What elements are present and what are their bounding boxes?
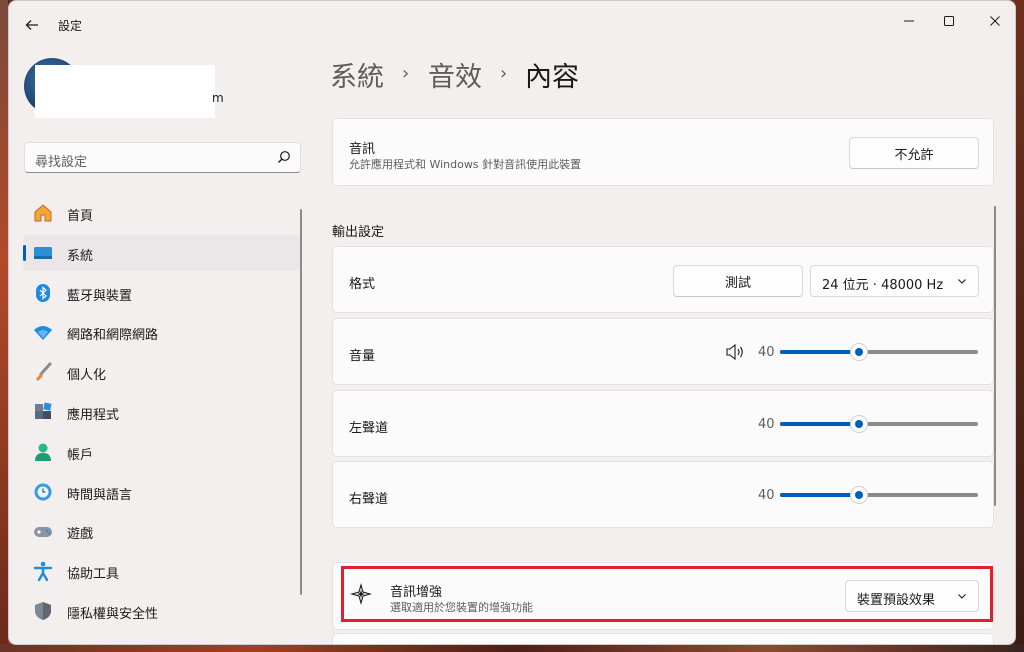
slider-fill xyxy=(780,493,860,497)
audio-title: 音訊 xyxy=(349,142,376,157)
active-indicator xyxy=(23,245,26,261)
bluetooth-icon xyxy=(32,282,54,304)
back-button[interactable] xyxy=(19,12,45,38)
sidebar-item-system[interactable]: 系統 xyxy=(23,235,300,271)
annotation-highlight-box xyxy=(341,566,993,622)
sidebar-item-label: 網路和網際網路 xyxy=(67,328,159,343)
sidebar-item-time-language[interactable]: 時間與語言 xyxy=(23,474,300,510)
speaker-icon[interactable] xyxy=(725,343,745,361)
right-channel-slider[interactable] xyxy=(780,485,978,505)
minimize-icon xyxy=(904,20,914,22)
chevron-down-icon xyxy=(958,279,966,284)
shield-icon xyxy=(32,600,54,622)
test-button-label: 測試 xyxy=(724,275,751,291)
user-info-redacted xyxy=(35,65,215,118)
format-dropdown[interactable]: 24 位元 · 48000 Hz xyxy=(810,265,979,297)
close-button[interactable] xyxy=(973,5,1015,37)
next-row-partial xyxy=(332,633,994,644)
back-arrow-icon xyxy=(25,20,38,30)
sidebar-item-gaming[interactable]: 遊戲 xyxy=(23,513,300,549)
left-channel-label: 左聲道 xyxy=(349,421,389,436)
test-button[interactable]: 測試 xyxy=(673,265,803,297)
format-row: 格式 測試 24 位元 · 48000 Hz xyxy=(332,246,994,313)
sidebar-item-bluetooth[interactable]: 藍牙與裝置 xyxy=(23,275,300,311)
volume-slider[interactable] xyxy=(780,342,978,362)
slider-thumb[interactable] xyxy=(850,415,869,433)
volume-value: 40 xyxy=(758,345,775,360)
search-placeholder: 尋找設定 xyxy=(35,155,88,170)
breadcrumb-separator: › xyxy=(500,63,508,84)
left-channel-value: 40 xyxy=(758,417,775,432)
slider-fill xyxy=(780,422,860,426)
sidebar-item-label: 帳戶 xyxy=(67,448,94,463)
sidebar-item-apps[interactable]: 應用程式 xyxy=(23,394,300,430)
sidebar-item-home[interactable]: 首頁 xyxy=(23,195,300,231)
desktop-background-strip xyxy=(0,0,8,652)
right-channel-row: 右聲道 40 xyxy=(332,461,994,528)
close-icon xyxy=(990,16,1000,26)
minimize-button[interactable] xyxy=(887,5,931,37)
sidebar-item-label: 應用程式 xyxy=(67,408,120,423)
format-value: 24 位元 · 48000 Hz xyxy=(822,278,944,293)
audio-subtitle: 允許應用程式和 Windows 針對音訊使用此裝置 xyxy=(349,158,582,171)
settings-window: 設定 m 尋找設定 首頁 系統 藍牙與裝置 網路和網際網路 個人化 應用程式 帳… xyxy=(8,0,1016,645)
sidebar-item-accessibility[interactable]: 協助工具 xyxy=(23,553,300,589)
sidebar-item-label: 個人化 xyxy=(67,368,107,383)
sidebar-item-label: 時間與語言 xyxy=(67,488,133,503)
apps-icon xyxy=(32,401,54,423)
desktop-background-bottom xyxy=(0,644,1024,652)
maximize-icon xyxy=(944,16,954,26)
sidebar-item-personalization[interactable]: 個人化 xyxy=(23,354,300,390)
sidebar-item-label: 隱私權與安全性 xyxy=(67,607,159,622)
search-icon xyxy=(278,151,290,163)
volume-row: 音量 40 xyxy=(332,318,994,385)
volume-label: 音量 xyxy=(349,349,376,364)
right-channel-value: 40 xyxy=(758,488,775,503)
main-scrollbar[interactable] xyxy=(994,206,996,506)
home-icon xyxy=(32,202,54,224)
breadcrumb-separator: › xyxy=(402,63,410,84)
sidebar-item-label: 首頁 xyxy=(67,209,94,224)
right-channel-label: 右聲道 xyxy=(349,492,389,507)
sidebar-item-label: 協助工具 xyxy=(67,567,120,582)
left-channel-row: 左聲道 40 xyxy=(332,390,994,457)
slider-fill xyxy=(780,350,860,354)
sidebar-item-accounts[interactable]: 帳戶 xyxy=(23,434,300,470)
disallow-button[interactable]: 不允許 xyxy=(849,137,979,169)
sidebar-item-label: 系統 xyxy=(67,249,94,264)
search-input[interactable]: 尋找設定 xyxy=(24,142,301,173)
maximize-button[interactable] xyxy=(927,5,971,37)
wifi-icon xyxy=(32,321,54,343)
sidebar-item-label: 遊戲 xyxy=(67,527,94,542)
sidebar-item-network[interactable]: 網路和網際網路 xyxy=(23,314,300,350)
user-email-tail: m xyxy=(212,91,224,105)
system-icon xyxy=(32,242,54,264)
gamepad-icon xyxy=(32,520,54,542)
title-bar: 設定 xyxy=(9,1,1015,47)
output-settings-heading: 輸出設定 xyxy=(332,225,385,240)
breadcrumb-sound[interactable]: 音效 xyxy=(428,55,482,94)
sidebar-item-label: 藍牙與裝置 xyxy=(67,289,133,304)
sidebar-scrollbar[interactable] xyxy=(300,209,302,595)
time-language-icon xyxy=(32,481,54,503)
account-icon xyxy=(32,441,54,463)
breadcrumb-system[interactable]: 系統 xyxy=(330,55,384,94)
sidebar-item-privacy[interactable]: 隱私權與安全性 xyxy=(23,593,300,629)
slider-thumb[interactable] xyxy=(850,343,869,361)
brush-icon xyxy=(32,361,54,383)
format-label: 格式 xyxy=(349,277,376,292)
left-channel-slider[interactable] xyxy=(780,414,978,434)
audio-allow-card: 音訊 允許應用程式和 Windows 針對音訊使用此裝置 不允許 xyxy=(332,118,994,186)
app-title: 設定 xyxy=(58,19,83,33)
accessibility-icon xyxy=(32,560,54,582)
page-title: 內容 xyxy=(525,62,579,93)
slider-thumb[interactable] xyxy=(850,486,869,504)
disallow-button-label: 不允許 xyxy=(894,147,934,163)
